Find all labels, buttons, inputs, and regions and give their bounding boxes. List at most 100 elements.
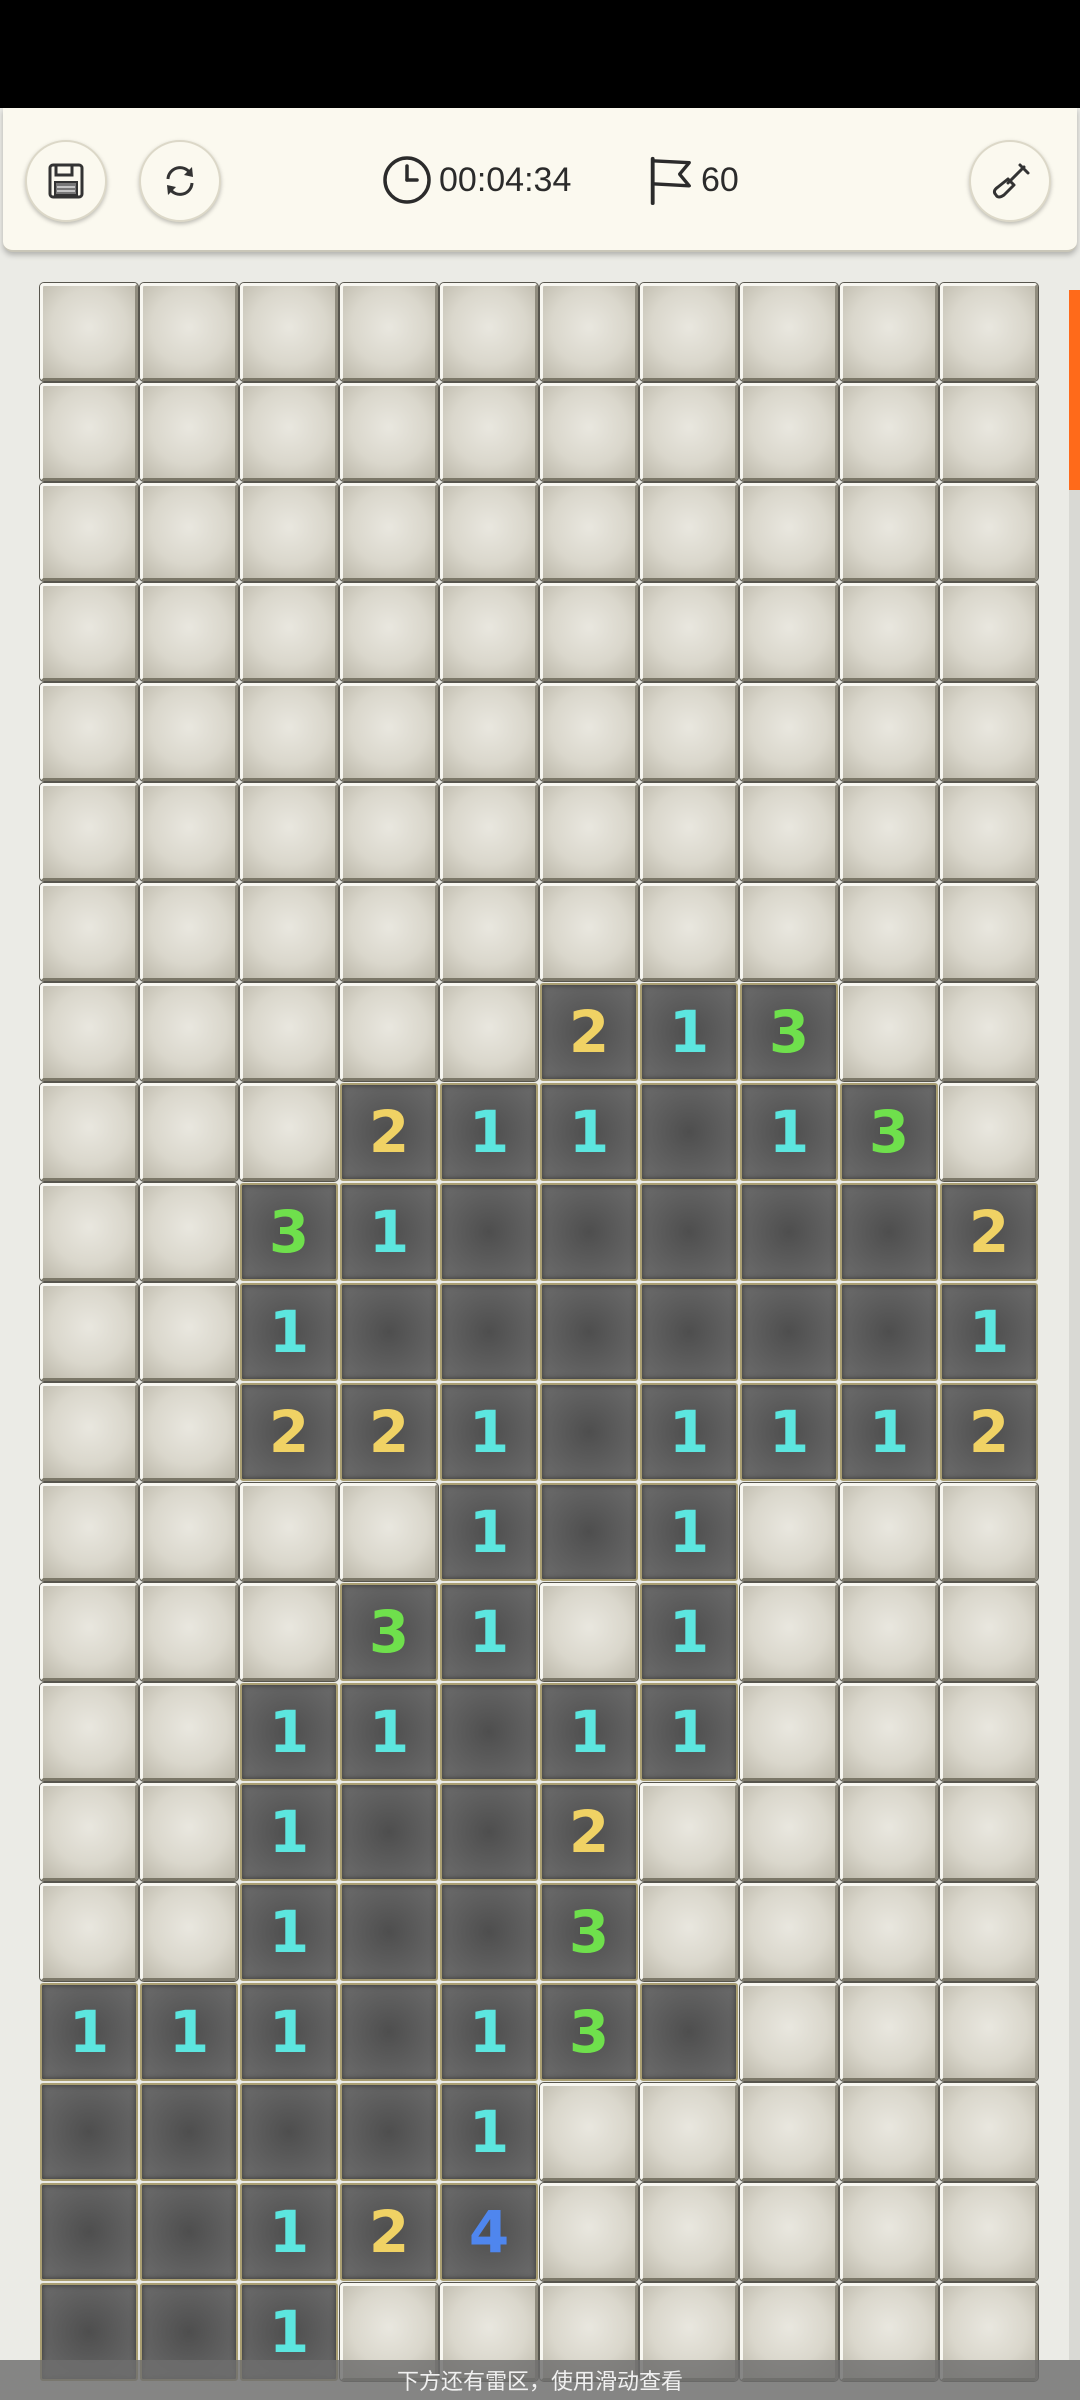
closed-tile[interactable] — [40, 1883, 138, 1981]
number-tile[interactable]: 1 — [740, 1383, 838, 1481]
closed-tile[interactable] — [840, 383, 938, 481]
closed-tile[interactable] — [540, 383, 638, 481]
closed-tile[interactable] — [740, 1683, 838, 1781]
closed-tile[interactable] — [140, 483, 238, 581]
closed-tile[interactable] — [640, 583, 738, 681]
closed-tile[interactable] — [440, 683, 538, 781]
number-tile[interactable]: 3 — [840, 1083, 938, 1181]
empty-tile[interactable] — [440, 1883, 538, 1981]
closed-tile[interactable] — [840, 683, 938, 781]
number-tile[interactable]: 1 — [340, 1183, 438, 1281]
closed-tile[interactable] — [140, 1383, 238, 1481]
closed-tile[interactable] — [440, 583, 538, 681]
dig-mode-button[interactable] — [969, 140, 1051, 222]
closed-tile[interactable] — [140, 1883, 238, 1981]
closed-tile[interactable] — [240, 1483, 338, 1581]
closed-tile[interactable] — [940, 1783, 1038, 1881]
number-tile[interactable]: 1 — [240, 1883, 338, 1981]
closed-tile[interactable] — [640, 2083, 738, 2181]
empty-tile[interactable] — [340, 2083, 438, 2181]
closed-tile[interactable] — [840, 2183, 938, 2281]
empty-tile[interactable] — [340, 1283, 438, 1381]
number-tile[interactable]: 1 — [740, 1083, 838, 1181]
closed-tile[interactable] — [740, 783, 838, 881]
number-tile[interactable]: 1 — [140, 1983, 238, 2081]
closed-tile[interactable] — [640, 383, 738, 481]
empty-tile[interactable] — [340, 1983, 438, 2081]
closed-tile[interactable] — [340, 1483, 438, 1581]
number-tile[interactable]: 2 — [340, 1083, 438, 1181]
number-tile[interactable]: 3 — [540, 1883, 638, 1981]
closed-tile[interactable] — [940, 1083, 1038, 1181]
closed-tile[interactable] — [740, 383, 838, 481]
empty-tile[interactable] — [440, 1283, 538, 1381]
closed-tile[interactable] — [740, 683, 838, 781]
closed-tile[interactable] — [240, 483, 338, 581]
closed-tile[interactable] — [840, 583, 938, 681]
closed-tile[interactable] — [340, 583, 438, 681]
number-tile[interactable]: 1 — [40, 1983, 138, 2081]
number-tile[interactable]: 3 — [340, 1583, 438, 1681]
number-tile[interactable]: 1 — [640, 983, 738, 1081]
number-tile[interactable]: 1 — [640, 1483, 738, 1581]
closed-tile[interactable] — [740, 583, 838, 681]
closed-tile[interactable] — [540, 283, 638, 381]
closed-tile[interactable] — [40, 1283, 138, 1381]
number-tile[interactable]: 1 — [440, 1083, 538, 1181]
empty-tile[interactable] — [40, 2083, 138, 2181]
number-tile[interactable]: 2 — [340, 1383, 438, 1481]
closed-tile[interactable] — [240, 383, 338, 481]
closed-tile[interactable] — [440, 983, 538, 1081]
closed-tile[interactable] — [940, 283, 1038, 381]
number-tile[interactable]: 1 — [540, 1083, 638, 1181]
number-tile[interactable]: 1 — [840, 1383, 938, 1481]
empty-tile[interactable] — [640, 1283, 738, 1381]
number-tile[interactable]: 1 — [240, 1783, 338, 1881]
restart-button[interactable] — [139, 140, 221, 222]
closed-tile[interactable] — [340, 783, 438, 881]
number-tile[interactable]: 1 — [640, 1683, 738, 1781]
closed-tile[interactable] — [940, 683, 1038, 781]
closed-tile[interactable] — [540, 2083, 638, 2181]
number-tile[interactable]: 1 — [640, 1383, 738, 1481]
closed-tile[interactable] — [340, 883, 438, 981]
empty-tile[interactable] — [540, 1183, 638, 1281]
closed-tile[interactable] — [840, 883, 938, 981]
closed-tile[interactable] — [740, 1783, 838, 1881]
closed-tile[interactable] — [940, 1483, 1038, 1581]
closed-tile[interactable] — [840, 1483, 938, 1581]
closed-tile[interactable] — [40, 883, 138, 981]
number-tile[interactable]: 1 — [440, 1383, 538, 1481]
closed-tile[interactable] — [640, 883, 738, 981]
number-tile[interactable]: 1 — [340, 1683, 438, 1781]
empty-tile[interactable] — [540, 1283, 638, 1381]
closed-tile[interactable] — [240, 1583, 338, 1681]
closed-tile[interactable] — [440, 783, 538, 881]
empty-tile[interactable] — [340, 1883, 438, 1981]
number-tile[interactable]: 1 — [540, 1683, 638, 1781]
closed-tile[interactable] — [640, 683, 738, 781]
empty-tile[interactable] — [740, 1183, 838, 1281]
closed-tile[interactable] — [540, 783, 638, 881]
number-tile[interactable]: 2 — [340, 2183, 438, 2281]
closed-tile[interactable] — [140, 883, 238, 981]
closed-tile[interactable] — [940, 1583, 1038, 1681]
closed-tile[interactable] — [840, 1583, 938, 1681]
closed-tile[interactable] — [40, 1583, 138, 1681]
closed-tile[interactable] — [240, 583, 338, 681]
closed-tile[interactable] — [340, 683, 438, 781]
closed-tile[interactable] — [40, 983, 138, 1081]
closed-tile[interactable] — [140, 383, 238, 481]
closed-tile[interactable] — [640, 1783, 738, 1881]
closed-tile[interactable] — [840, 1983, 938, 2081]
closed-tile[interactable] — [40, 383, 138, 481]
closed-tile[interactable] — [40, 283, 138, 381]
empty-tile[interactable] — [140, 2183, 238, 2281]
closed-tile[interactable] — [140, 1783, 238, 1881]
save-button[interactable] — [25, 140, 107, 222]
empty-tile[interactable] — [640, 1983, 738, 2081]
closed-tile[interactable] — [840, 983, 938, 1081]
closed-tile[interactable] — [440, 383, 538, 481]
closed-tile[interactable] — [740, 1883, 838, 1981]
closed-tile[interactable] — [140, 983, 238, 1081]
